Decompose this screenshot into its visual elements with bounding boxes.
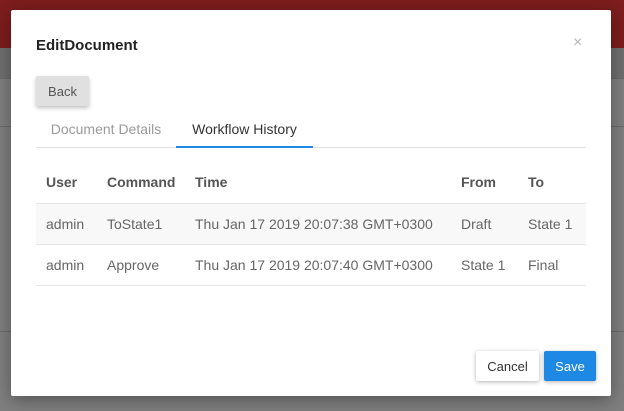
close-icon[interactable]: × — [573, 35, 582, 51]
column-header-from: From — [451, 162, 518, 204]
cell-to: Final — [518, 244, 586, 286]
table-row: admin Approve Thu Jan 17 2019 20:07:40 G… — [36, 244, 586, 286]
tab-workflow-history[interactable]: Workflow History — [176, 114, 313, 148]
tab-document-details[interactable]: Document Details — [36, 114, 176, 148]
cell-command: ToState1 — [97, 203, 185, 245]
cell-command: Approve — [97, 244, 185, 286]
cell-from: State 1 — [451, 244, 518, 286]
cell-user: admin — [36, 203, 97, 245]
column-header-command: Command — [97, 162, 185, 204]
edit-document-modal: EditDocument × Back Document Details Wor… — [11, 10, 611, 396]
cell-time: Thu Jan 17 2019 20:07:38 GMT+0300 — [185, 203, 451, 245]
workflow-history-table: User Command Time From To admin ToState1… — [36, 162, 586, 286]
column-header-to: To — [518, 162, 586, 204]
column-header-user: User — [36, 162, 97, 204]
cell-time: Thu Jan 17 2019 20:07:40 GMT+0300 — [185, 244, 451, 286]
table-row: admin ToState1 Thu Jan 17 2019 20:07:38 … — [36, 203, 586, 245]
cell-from: Draft — [451, 203, 518, 245]
cancel-button[interactable]: Cancel — [476, 351, 539, 381]
tab-bar: Document Details Workflow History — [36, 114, 586, 148]
table-header-row: User Command Time From To — [36, 162, 586, 204]
save-button[interactable]: Save — [544, 351, 596, 381]
column-header-time: Time — [185, 162, 451, 204]
back-button[interactable]: Back — [36, 76, 89, 106]
modal-title: EditDocument — [36, 37, 138, 54]
cell-user: admin — [36, 244, 97, 286]
cell-to: State 1 — [518, 203, 586, 245]
